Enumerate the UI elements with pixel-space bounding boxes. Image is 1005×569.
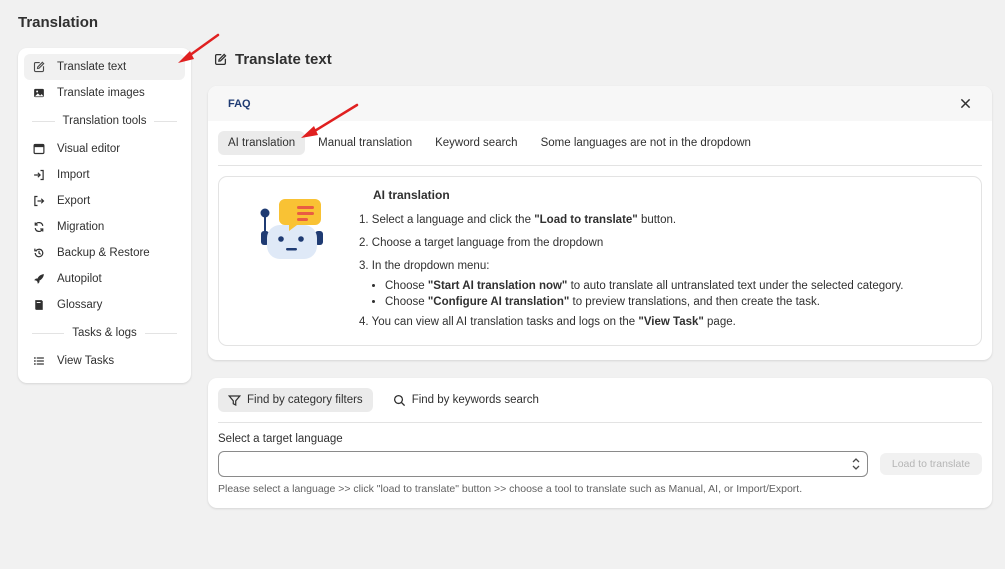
faq-label[interactable]: FAQ (228, 98, 251, 110)
sidebar-item-label: Visual editor (57, 143, 121, 155)
tab-keyword-search[interactable]: Keyword search (425, 131, 527, 155)
help-text: Please select a language >> click "load … (218, 483, 803, 495)
sidebar: Translate text Translate images Translat… (18, 48, 191, 383)
load-to-translate-button[interactable]: Load to translate (880, 453, 982, 475)
filter-icon (228, 394, 241, 406)
sidebar-item-label: Migration (57, 221, 105, 233)
robot-icon (260, 199, 323, 259)
find-by-keywords-button[interactable]: Find by keywords search (383, 388, 549, 412)
sidebar-item-export[interactable]: Export (24, 188, 185, 214)
sidebar-item-label: Translate images (57, 87, 145, 99)
tab-manual-translation[interactable]: Manual translation (308, 131, 422, 155)
visual-editor-icon (32, 142, 46, 156)
faq-step-1: 1. Select a language and click the "Load… (359, 214, 677, 226)
sidebar-item-label: Export (57, 195, 91, 207)
sidebar-item-label: Glossary (57, 299, 103, 311)
faq-tabs: AI translation Manual translation Keywor… (218, 121, 982, 166)
search-icon (393, 394, 405, 406)
image-icon (32, 86, 46, 100)
refresh-icon (32, 220, 46, 234)
tab-ai-translation[interactable]: AI translation (218, 131, 306, 155)
find-by-category-button[interactable]: Find by category filters (218, 388, 373, 412)
backup-icon (32, 246, 46, 260)
sidebar-item-backup-restore[interactable]: Backup & Restore (24, 240, 185, 266)
faq-step-3-bullets: Choose "Start AI translation now" to aut… (385, 280, 969, 308)
faq-heading: AI translation (373, 188, 450, 202)
sidebar-item-import[interactable]: Import (24, 162, 185, 188)
edit-icon (32, 60, 46, 74)
select-chevron-icon (852, 458, 860, 470)
target-language-select[interactable] (218, 451, 868, 477)
rocket-icon (32, 272, 46, 286)
book-icon (32, 298, 46, 312)
page-title: Translation (18, 14, 99, 31)
sidebar-item-label: Autopilot (57, 273, 102, 285)
target-language-label: Select a target language (218, 433, 343, 445)
faq-content: AI translation 1. Select a language and … (359, 188, 969, 339)
faq-step-2: 2. Choose a target language from the dro… (359, 237, 604, 249)
sidebar-item-translate-images[interactable]: Translate images (24, 80, 185, 106)
sidebar-item-label: Backup & Restore (57, 247, 150, 259)
sidebar-item-label: View Tasks (57, 355, 115, 367)
sidebar-item-view-tasks[interactable]: View Tasks (24, 348, 185, 374)
sidebar-section-translation-tools: Translation tools (24, 106, 185, 136)
edit-icon (214, 53, 227, 66)
target-language-row: Load to translate (218, 451, 982, 477)
faq-card: FAQ AI translation Manual translation Ke… (208, 86, 992, 360)
tab-languages-not-in-dropdown[interactable]: Some languages are not in the dropdown (531, 131, 761, 155)
sidebar-section-tasks-logs: Tasks & logs (24, 318, 185, 348)
faq-step-3: 3. In the dropdown menu: (359, 260, 490, 272)
list-icon (32, 354, 46, 368)
filter-mode-row: Find by category filters Find by keyword… (218, 378, 982, 423)
sidebar-item-glossary[interactable]: Glossary (24, 292, 185, 318)
faq-panel: AI translation 1. Select a language and … (218, 176, 982, 346)
close-icon[interactable] (958, 97, 972, 111)
sidebar-item-autopilot[interactable]: Autopilot (24, 266, 185, 292)
main-title: Translate text (214, 51, 332, 68)
export-icon (32, 194, 46, 208)
faq-bullet-1: Choose "Start AI translation now" to aut… (385, 280, 969, 292)
load-card: Find by category filters Find by keyword… (208, 378, 992, 508)
sidebar-item-translate-text[interactable]: Translate text (24, 54, 185, 80)
sidebar-item-label: Translate text (57, 61, 127, 73)
faq-header: FAQ (208, 86, 992, 121)
sidebar-item-visual-editor[interactable]: Visual editor (24, 136, 185, 162)
faq-bullet-2: Choose "Configure AI translation" to pre… (385, 296, 969, 308)
faq-step-4: 4. You can view all AI translation tasks… (359, 316, 736, 328)
sidebar-item-migration[interactable]: Migration (24, 214, 185, 240)
sidebar-item-label: Import (57, 169, 90, 181)
import-icon (32, 168, 46, 182)
